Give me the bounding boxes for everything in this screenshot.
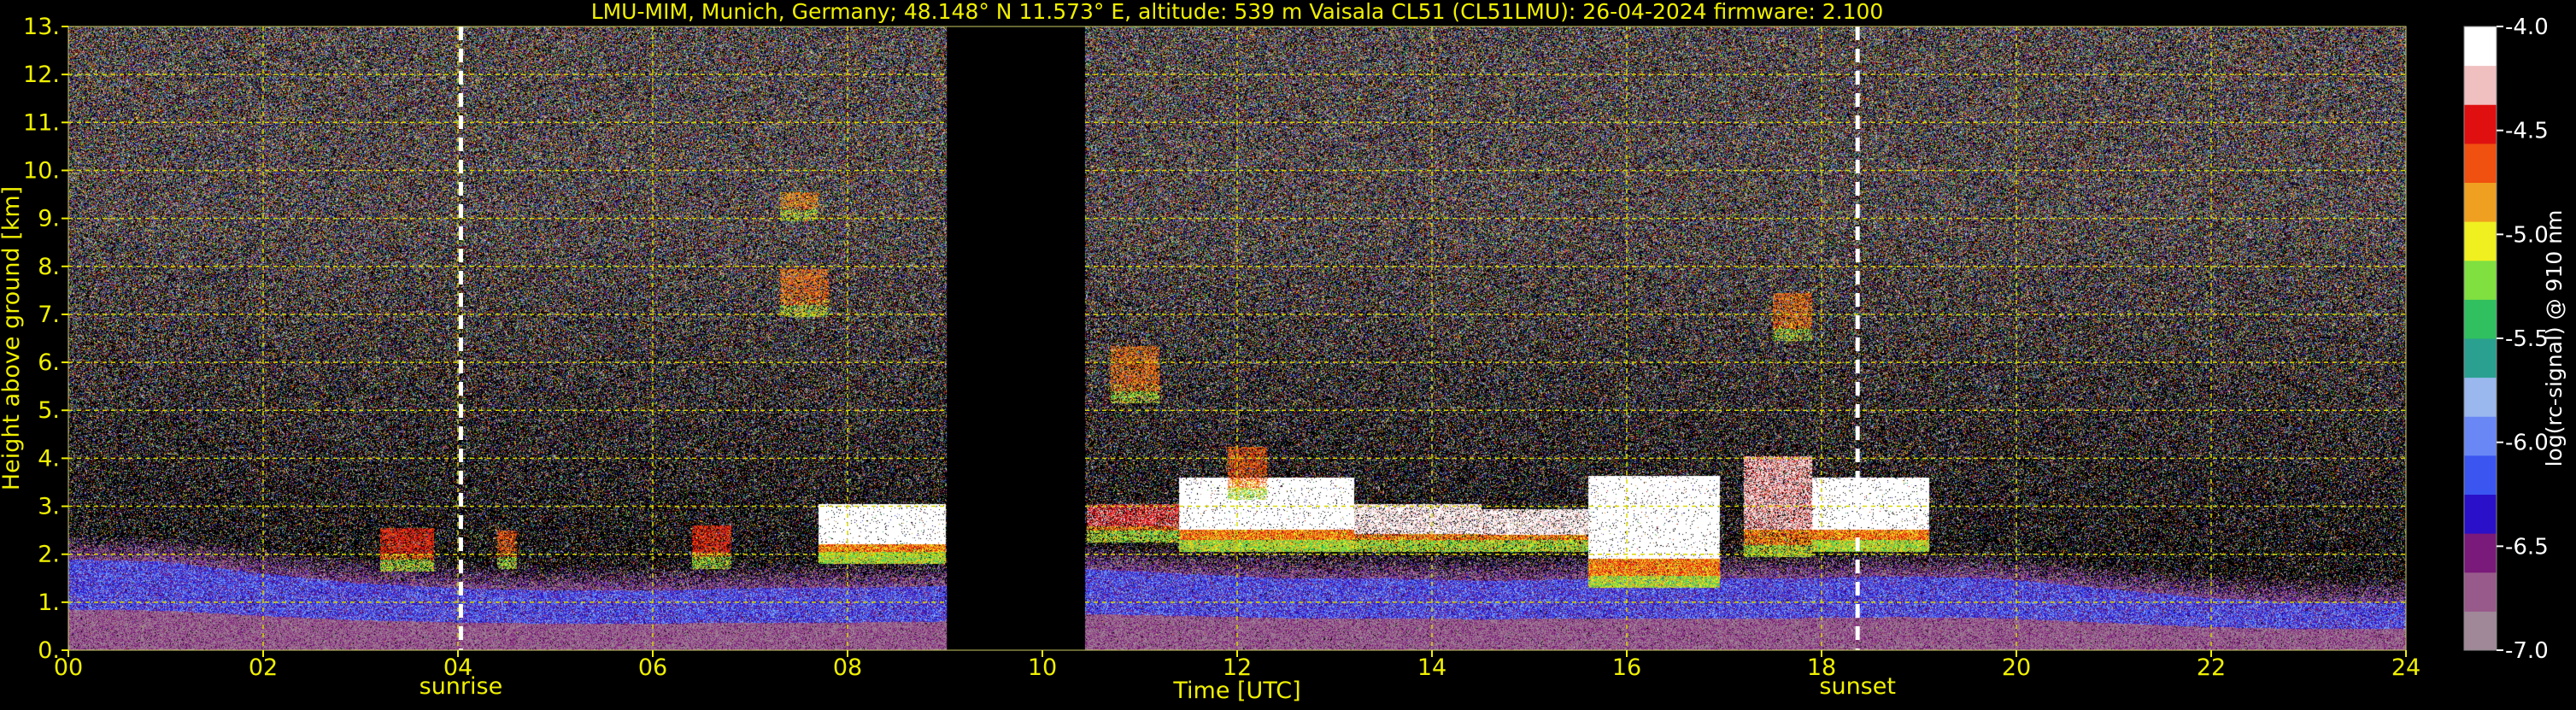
chart-title: LMU-MIM, Munich, Germany; 48.148° N 11.5… (591, 0, 1884, 24)
colorbar-tick-label--4.5: -4.5 (2505, 119, 2549, 144)
x-tick-label-16: 16 (1612, 654, 1641, 681)
x-tick-label-04: 04 (443, 654, 472, 681)
x-axis-label: Time [UTC] (1172, 678, 1300, 704)
x-tick-label-08: 08 (833, 654, 862, 681)
no-data-rect-0 (947, 26, 1085, 650)
x-tick-label-18: 18 (1807, 654, 1836, 681)
x-tick-label-22: 22 (2197, 654, 2226, 681)
y-axis-label: Height above ground [km] (0, 186, 25, 490)
ceilometer-figure: sunrise sunset 00 02 04 06 08 10 12 14 16 18 20 22 24… (0, 0, 2576, 706)
y-tick-label-0.: 0. (38, 637, 60, 664)
colorbar-segment-12 (2464, 143, 2497, 183)
colorbar-segment-11 (2464, 182, 2497, 222)
x-tick-label-20: 20 (2002, 654, 2031, 681)
colorbar-segment-6 (2464, 377, 2497, 417)
y-tick-label-3.: 3. (38, 494, 60, 520)
x-tick-label-14: 14 (1417, 654, 1446, 681)
colorbar-segment-14 (2464, 65, 2497, 105)
chart-svg: sunrise sunset 00 02 04 06 08 10 12 14 16 18 20 22 24… (0, 0, 2576, 706)
colorbar-segment-10 (2464, 221, 2497, 261)
colorbar-segment-7 (2464, 338, 2497, 378)
colorbar-segment-9 (2464, 260, 2497, 300)
y-tick-label-5.: 5. (38, 397, 60, 424)
colorbar-tick-label--4.0: -4.0 (2505, 15, 2549, 40)
y-tick-label-4.: 4. (38, 445, 60, 472)
y-tick-label-12.: 12. (23, 62, 60, 88)
colorbar-segment-5 (2464, 416, 2497, 456)
y-tick-label-2.: 2. (38, 542, 60, 568)
y-tick-label-1.: 1. (38, 590, 60, 616)
colorbar-segment-13 (2464, 104, 2497, 144)
colorbar-tick-label--6.5: -6.5 (2505, 534, 2549, 560)
y-tick-label-9.: 9. (38, 206, 60, 232)
y-tick-label-13.: 13. (23, 14, 60, 40)
colorbar-tick-label--7.0: -7.0 (2505, 638, 2549, 664)
colorbar-segment-3 (2464, 494, 2497, 534)
y-tick-label-10.: 10. (23, 157, 60, 184)
colorbar-segment-1 (2464, 572, 2497, 612)
x-tick-label-24: 24 (2391, 654, 2421, 681)
y-tick-label-6.: 6. (38, 349, 60, 376)
y-tick-label-7.: 7. (38, 302, 60, 328)
colorbar-segment-0 (2464, 611, 2497, 651)
x-tick-label-02: 02 (249, 654, 278, 681)
x-tick-label-06: 06 (638, 654, 667, 681)
colorbar-segment-2 (2464, 533, 2497, 573)
colorbar-label: log(rc-signal) @ 910 nm (2542, 210, 2567, 467)
colorbar-segment-8 (2464, 299, 2497, 339)
colorbar-segment-15 (2464, 26, 2497, 67)
plot-area: sunrise sunset (67, 26, 2407, 700)
colorbar-segment-4 (2464, 455, 2497, 495)
no-data-band (947, 26, 1085, 650)
x-tick-label-10: 10 (1028, 654, 1057, 681)
y-tick-label-11.: 11. (23, 109, 60, 136)
y-tick-label-8.: 8. (38, 254, 60, 280)
